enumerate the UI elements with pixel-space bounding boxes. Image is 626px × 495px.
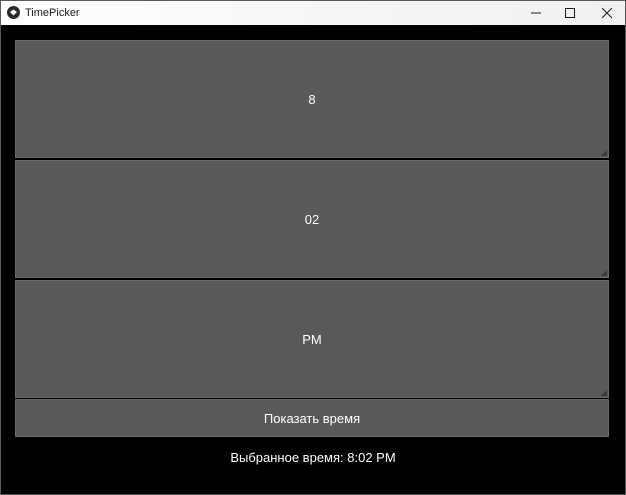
resize-grip-icon	[601, 150, 607, 156]
app-logo-icon	[7, 6, 20, 19]
app-window: TimePicker 8 02 PM Показать время Выбран…	[0, 0, 626, 495]
show-time-button[interactable]: Показать время	[15, 399, 609, 437]
maximize-icon	[565, 8, 575, 18]
ampm-value: PM	[302, 331, 322, 347]
close-icon	[602, 8, 612, 18]
close-button[interactable]	[590, 1, 624, 25]
resize-grip-icon	[601, 270, 607, 276]
resize-grip-icon	[601, 390, 607, 396]
maximize-button[interactable]	[553, 1, 587, 25]
main-content: 8 02 PM Показать время Выбранное время: …	[1, 25, 625, 494]
title-bar[interactable]: TimePicker	[1, 1, 625, 25]
window-title: TimePicker	[25, 7, 80, 19]
minutes-value: 02	[304, 211, 320, 227]
minimize-button[interactable]	[519, 1, 553, 25]
minutes-spinbox[interactable]: 02	[15, 160, 609, 278]
minimize-icon	[531, 8, 541, 18]
ampm-spinbox[interactable]: PM	[15, 280, 609, 398]
hours-value: 8	[308, 91, 316, 107]
selected-time-label: Выбранное время: 8:02 PM	[230, 450, 396, 465]
hours-spinbox[interactable]: 8	[15, 40, 609, 158]
